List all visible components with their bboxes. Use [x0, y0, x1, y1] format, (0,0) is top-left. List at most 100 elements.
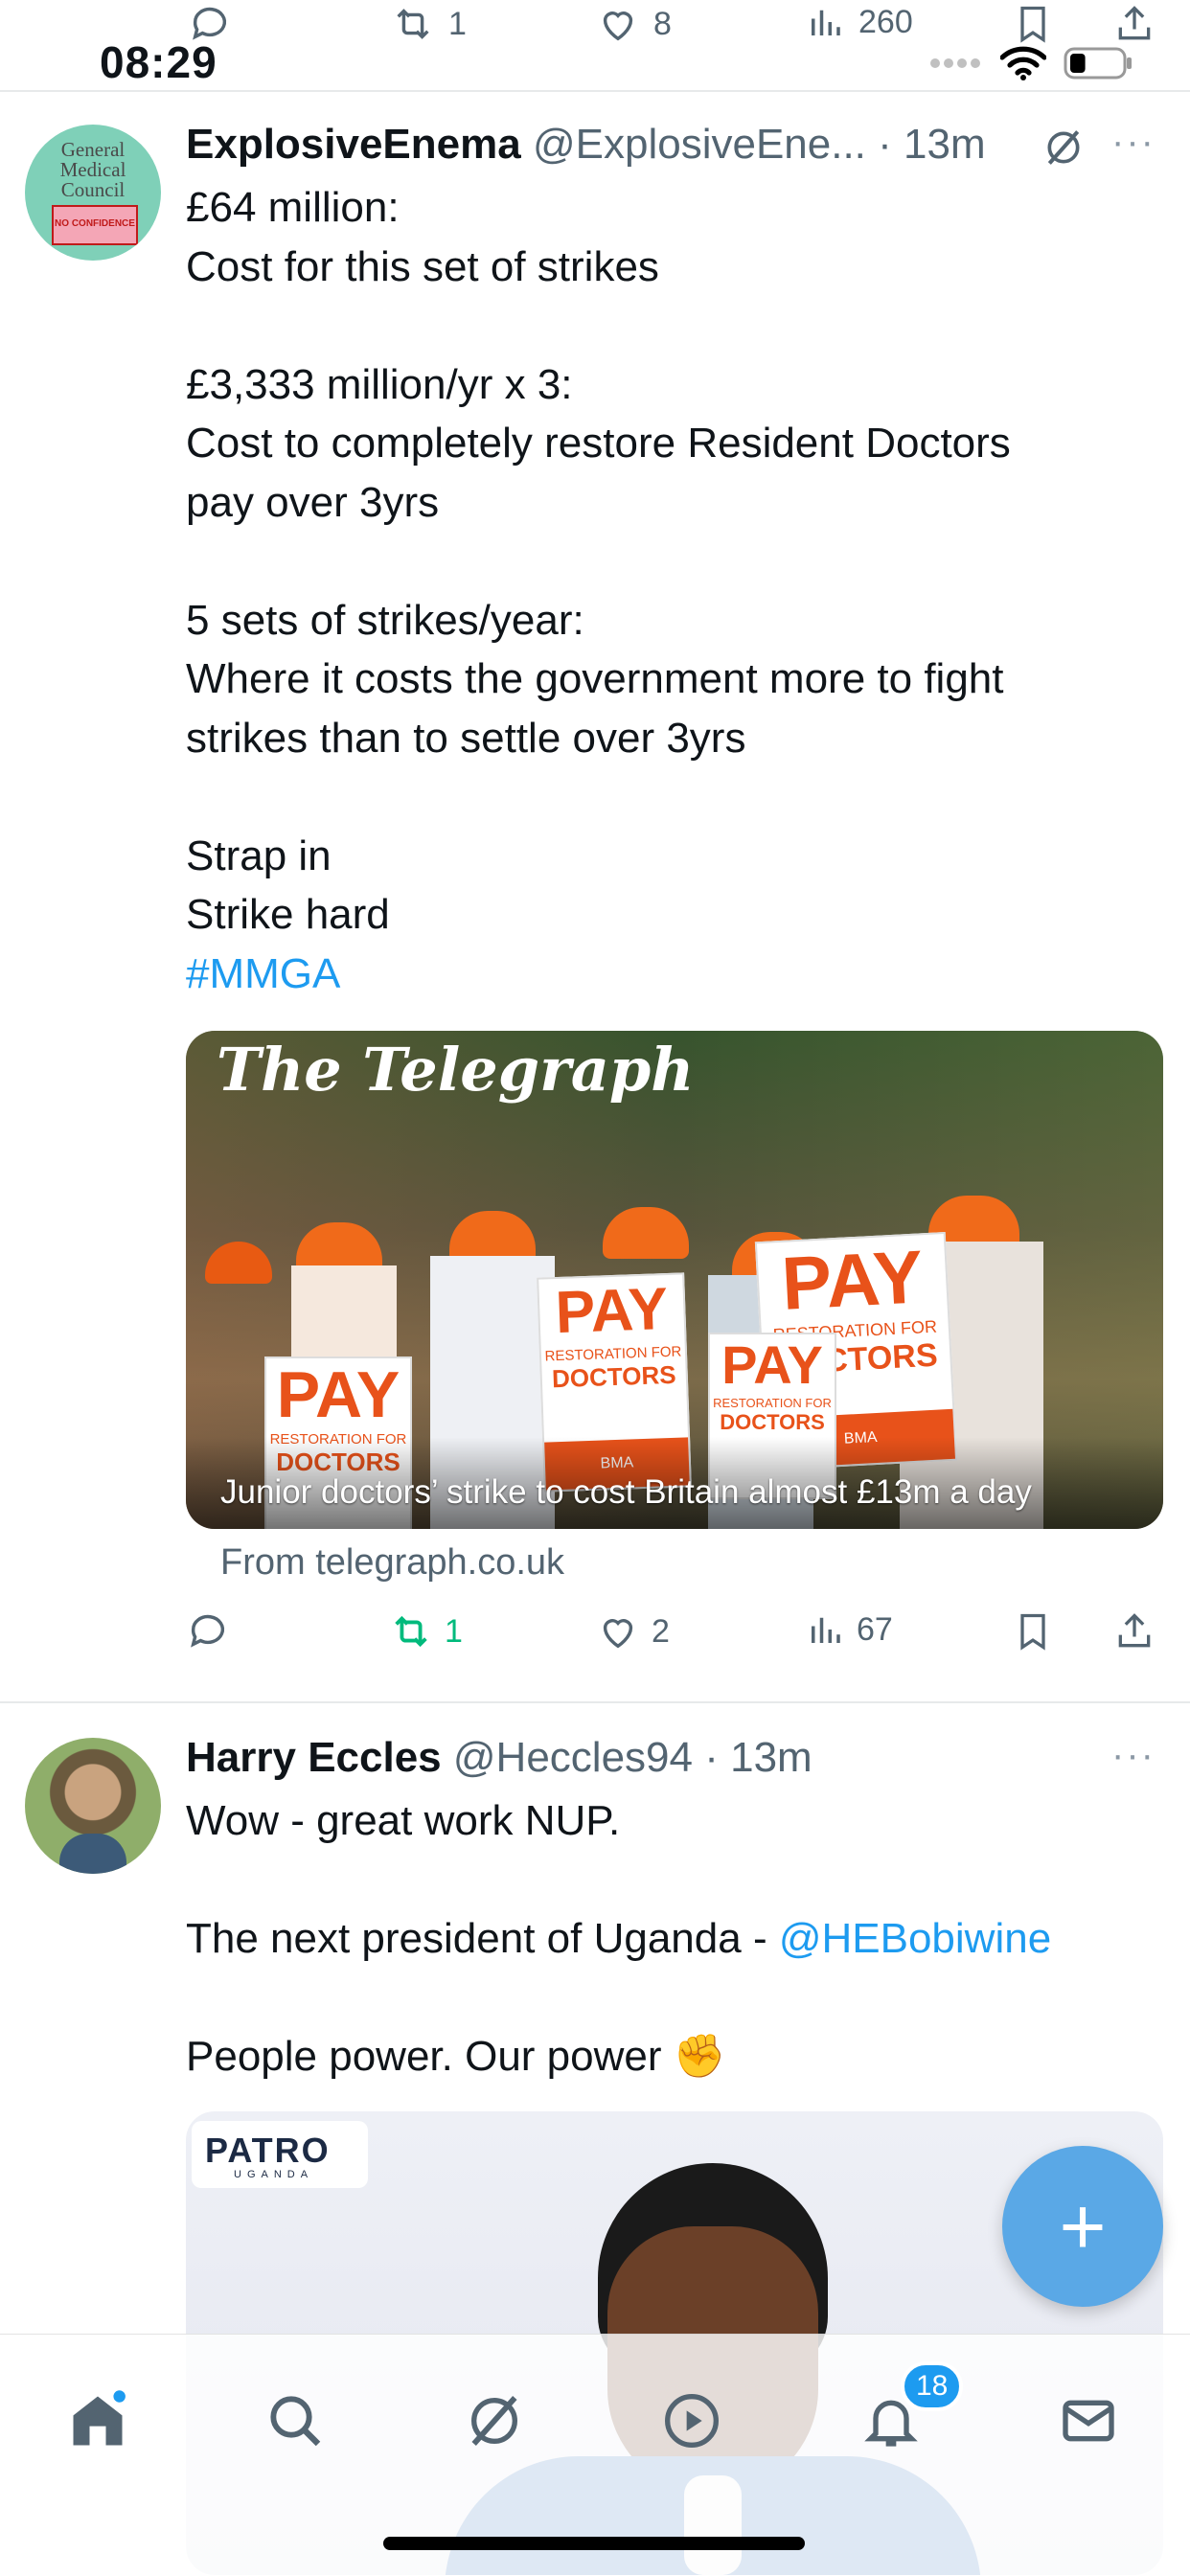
battery-icon: [1064, 47, 1132, 80]
like-button[interactable]: 8: [596, 2, 672, 46]
tweet-line: £64 million:: [186, 184, 400, 231]
more-options-button[interactable]: ···: [1111, 1734, 1156, 1777]
divider: [0, 1701, 1190, 1703]
home-indicator: [383, 2537, 805, 2550]
compose-button[interactable]: +: [1002, 2146, 1163, 2307]
patro-logo-sub: UGANDA: [234, 2169, 314, 2180]
patro-logo-text: PATRO: [205, 2131, 331, 2170]
share-icon: [1118, 1613, 1151, 1648]
tweet-line: The next president of Uganda - @HEBobiwi…: [186, 1909, 1144, 1969]
retweet-icon: [395, 1615, 427, 1648]
heart-icon: [603, 1619, 633, 1649]
tweet-line: [186, 296, 1144, 355]
status-icons: [929, 46, 1134, 80]
card-caption: Junior doctors’ strike to cost Britain a…: [220, 1473, 1032, 1511]
plus-icon: +: [1059, 2181, 1107, 2271]
grok-icon: [471, 2396, 517, 2446]
wifi-icon: [1000, 46, 1046, 80]
play-icon: [665, 2394, 719, 2448]
tab-video[interactable]: [644, 2373, 740, 2469]
bookmark-button[interactable]: [1012, 1609, 1054, 1653]
retweet-button[interactable]: 1: [391, 2, 467, 46]
more-options-button[interactable]: ···: [1111, 121, 1156, 164]
notifications-badge: 18: [901, 2361, 964, 2411]
tweet-line: strikes than to settle over 3yrs: [186, 714, 746, 762]
tweet-line: Strap in: [186, 832, 332, 879]
retweet-count: 1: [445, 1612, 463, 1650]
home-icon: [73, 2390, 126, 2446]
sign-doctors: DOCTORS: [720, 1410, 825, 1434]
like-button[interactable]: 2: [596, 1609, 670, 1653]
mention-link[interactable]: @HEBobiwine: [779, 1915, 1051, 1962]
tab-grok[interactable]: [446, 2373, 542, 2469]
hashtag-link[interactable]: #MMGA: [186, 945, 1144, 1004]
tweet-line: pay over 3yrs: [186, 478, 440, 526]
views-button[interactable]: 67: [805, 1609, 893, 1650]
reply-button[interactable]: [186, 1609, 241, 1653]
user-handle[interactable]: @Heccles94: [453, 1734, 693, 1781]
bookmark-icon: [1020, 1613, 1045, 1651]
bookmark-icon: [1020, 6, 1045, 43]
views-count: 67: [857, 1610, 893, 1648]
hat: [603, 1207, 689, 1259]
card-source[interactable]: From telegraph.co.uk: [220, 1542, 564, 1584]
retweet-icon: [397, 9, 429, 39]
avatar-text-1: General: [60, 138, 126, 161]
user-handle[interactable]: @ExplosiveEne...: [533, 121, 866, 168]
views-button[interactable]: 260: [805, 2, 913, 42]
tweet-line: Wow - great work NUP.: [186, 1797, 621, 1844]
sign-pay: PAY: [276, 1358, 400, 1431]
retweet-button[interactable]: 1: [389, 1609, 463, 1653]
tweet-line: Strike hard: [186, 891, 390, 938]
status-time: 08:29: [100, 37, 217, 87]
display-name[interactable]: ExplosiveEnema: [186, 121, 521, 168]
avatar-text-3: Council: [60, 178, 126, 201]
avatar-text-2: Medical: [59, 158, 126, 181]
tweet-line: [186, 767, 1144, 827]
sign-pay: PAY: [554, 1276, 670, 1347]
tweet-line: People power. Our power ✊: [186, 2027, 1144, 2086]
sign-pay: PAY: [721, 1334, 823, 1395]
grok-icon[interactable]: [1042, 126, 1085, 169]
tweet-line-text: People power. Our power: [186, 2033, 662, 2080]
tweet-line: Cost to completely restore Resident Doct…: [186, 420, 1011, 467]
bookmark-button[interactable]: [1012, 2, 1054, 46]
hat: [449, 1211, 536, 1263]
views-icon: [812, 1617, 840, 1643]
signal-dots-icon: [930, 58, 980, 68]
avatar[interactable]: [25, 1738, 161, 1874]
tweet-line: [186, 532, 1144, 591]
status-bar: 1 8 260 08:29: [0, 0, 1190, 88]
tweet-line: Cost for this set of strikes: [186, 242, 659, 290]
avatar[interactable]: General Medical Council NO CONFIDENCE: [25, 125, 161, 261]
raised-fist-emoji: ✊: [673, 2033, 726, 2080]
tweet-text: Wow - great work NUP. The next president…: [186, 1791, 1144, 2086]
share-icon: [1118, 6, 1151, 40]
views-icon: [812, 10, 840, 35]
views-count: 260: [858, 3, 913, 40]
retweet-count: 1: [448, 5, 467, 42]
search-icon: [270, 2396, 321, 2447]
tweet-line: 5 sets of strikes/year:: [186, 596, 584, 644]
tweet-header: ExplosiveEnema @ExplosiveEne... · 13m: [186, 121, 986, 169]
share-button[interactable]: [1113, 2, 1156, 46]
tab-home[interactable]: [50, 2373, 146, 2469]
sign-subtitle: RESTORATION FOR: [713, 1396, 832, 1410]
tweet-header: Harry Eccles @Heccles94 · 13m: [186, 1734, 812, 1782]
heart-icon: [603, 11, 633, 41]
avatar-shirt: [59, 1834, 126, 1874]
no-confidence-stamp: NO CONFIDENCE: [52, 205, 138, 245]
share-button[interactable]: [1113, 1609, 1156, 1653]
like-count: 2: [652, 1612, 670, 1650]
hat: [205, 1242, 272, 1284]
mail-icon: [1063, 2400, 1114, 2442]
tab-messages[interactable]: [1041, 2373, 1136, 2469]
tab-search[interactable]: [247, 2373, 343, 2469]
reply-icon: [191, 1614, 225, 1648]
display-name[interactable]: Harry Eccles: [186, 1734, 442, 1781]
tweet-text: £64 million: Cost for this set of strike…: [186, 178, 1144, 1003]
patro-logo: PATRO UGANDA: [192, 2121, 368, 2188]
like-count: 8: [653, 5, 672, 42]
link-card[interactable]: The Telegraph PAY RESTORATION FOR DOCTOR…: [186, 1031, 1163, 1529]
